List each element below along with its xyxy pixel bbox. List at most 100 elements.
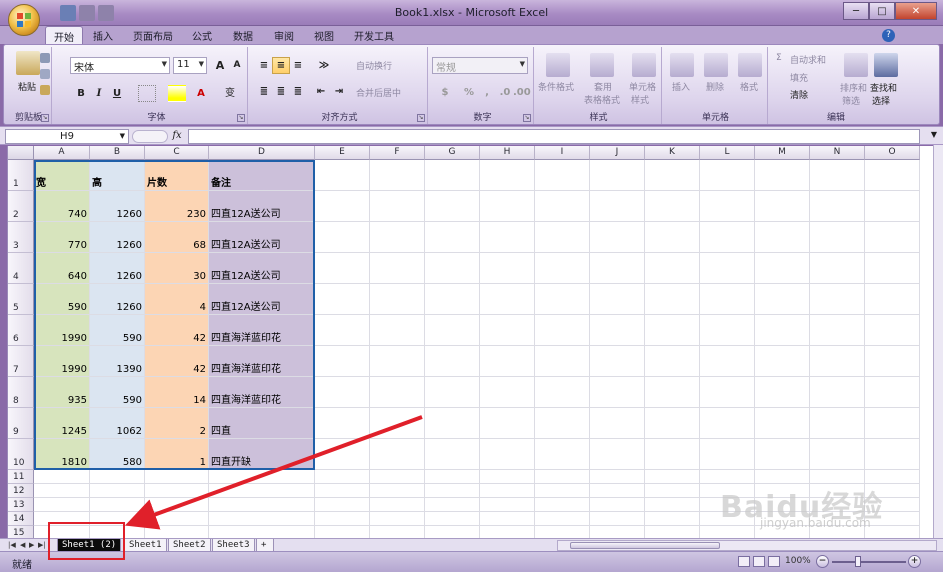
column-header[interactable]: A xyxy=(34,146,90,160)
border-icon[interactable] xyxy=(138,85,156,102)
table-cell[interactable]: 1062 xyxy=(90,408,144,438)
align-left-icon[interactable]: ≣ xyxy=(255,83,273,100)
sort-filter-icon[interactable] xyxy=(844,53,868,77)
tab-review[interactable]: 审阅 xyxy=(274,28,294,43)
decrease-decimal-icon[interactable]: .00 xyxy=(512,84,531,101)
row-header[interactable]: 9 xyxy=(8,408,34,439)
column-header[interactable]: C xyxy=(145,146,209,160)
paste-icon[interactable] xyxy=(16,51,40,75)
conditional-format-icon[interactable] xyxy=(546,53,570,77)
table-cell[interactable]: 740 xyxy=(34,191,89,221)
help-icon[interactable]: ? xyxy=(882,29,895,42)
conditional-format-button[interactable]: 条件格式 xyxy=(538,80,574,93)
row-header[interactable]: 12 xyxy=(8,484,34,498)
zoom-in-button[interactable]: + xyxy=(908,555,921,568)
merge-center-button[interactable]: 合并后居中 xyxy=(356,86,401,99)
number-format-combo[interactable]: 常规 ▼ xyxy=(432,57,528,74)
font-launcher-icon[interactable]: ↘ xyxy=(237,114,245,122)
align-bottom-icon[interactable]: ≡ xyxy=(289,57,307,74)
tab-home[interactable]: 开始 xyxy=(45,26,83,45)
column-header[interactable]: O xyxy=(865,146,920,160)
column-header[interactable]: H xyxy=(480,146,535,160)
phonetic-button[interactable]: 变 xyxy=(221,85,239,102)
table-cell[interactable]: 42 xyxy=(145,315,208,345)
table-header-cell[interactable]: 片数 xyxy=(145,160,208,190)
table-cell[interactable]: 四直12A送公司 xyxy=(209,191,314,221)
column-header[interactable]: L xyxy=(700,146,755,160)
page-break-view-icon[interactable] xyxy=(768,556,780,567)
insert-cells-icon[interactable] xyxy=(670,53,694,77)
zoom-out-button[interactable]: − xyxy=(816,555,829,568)
find-select-icon[interactable] xyxy=(874,53,898,77)
decrease-indent-icon[interactable]: ⇤ xyxy=(312,83,330,100)
table-cell[interactable]: 2 xyxy=(145,408,208,438)
cell-styles-label-1[interactable]: 单元格 xyxy=(629,80,656,93)
table-cell[interactable]: 590 xyxy=(90,377,144,407)
table-cell[interactable]: 4 xyxy=(145,284,208,314)
bold-button[interactable]: B xyxy=(72,85,90,102)
table-cell[interactable]: 1810 xyxy=(34,439,89,469)
next-sheet-icon[interactable]: ▶ xyxy=(29,541,34,549)
table-cell[interactable]: 1990 xyxy=(34,346,89,376)
table-cell[interactable]: 1260 xyxy=(90,284,144,314)
column-header[interactable]: F xyxy=(370,146,425,160)
row-header[interactable]: 6 xyxy=(8,315,34,346)
tab-formulas[interactable]: 公式 xyxy=(192,28,212,43)
row-header[interactable]: 3 xyxy=(8,222,34,253)
copy-icon[interactable] xyxy=(40,69,50,79)
align-top-icon[interactable]: ≡ xyxy=(255,57,273,74)
underline-button[interactable]: U xyxy=(108,85,126,102)
delete-cells-icon[interactable] xyxy=(704,53,728,77)
column-header[interactable]: E xyxy=(315,146,370,160)
wrap-text-button[interactable]: 自动换行 xyxy=(356,59,392,72)
normal-view-icon[interactable] xyxy=(738,556,750,567)
find-select-label-1[interactable]: 查找和 xyxy=(870,81,897,94)
alignment-launcher-icon[interactable]: ↘ xyxy=(417,114,425,122)
table-cell[interactable]: 1990 xyxy=(34,315,89,345)
table-header-cell[interactable]: 宽 xyxy=(34,160,89,190)
table-cell[interactable]: 230 xyxy=(145,191,208,221)
table-cell[interactable]: 四直12A送公司 xyxy=(209,222,314,252)
row-header[interactable]: 15 xyxy=(8,526,34,538)
table-cell[interactable]: 68 xyxy=(145,222,208,252)
vertical-scrollbar[interactable] xyxy=(933,145,943,538)
column-header[interactable]: K xyxy=(645,146,700,160)
grow-font-button[interactable]: A xyxy=(211,57,229,74)
formula-input[interactable] xyxy=(188,129,920,144)
fill-button[interactable]: 填充 xyxy=(790,71,808,84)
office-button[interactable] xyxy=(8,4,40,36)
name-box[interactable]: H9 ▼ xyxy=(5,129,129,144)
row-header[interactable]: 11 xyxy=(8,470,34,484)
comma-button[interactable]: , xyxy=(478,84,496,101)
font-size-combo[interactable]: 11 ▼ xyxy=(173,57,207,74)
maximize-button[interactable]: □ xyxy=(869,2,895,20)
autosum-button[interactable]: 自动求和 xyxy=(790,53,826,66)
row-header[interactable]: 8 xyxy=(8,377,34,408)
fill-color-icon[interactable] xyxy=(168,85,186,102)
row-header[interactable]: 13 xyxy=(8,498,34,512)
table-cell[interactable]: 14 xyxy=(145,377,208,407)
cell-styles-label-2[interactable]: 样式 xyxy=(631,93,649,106)
table-header-cell[interactable]: 高 xyxy=(90,160,144,190)
column-header[interactable]: G xyxy=(425,146,480,160)
cut-icon[interactable] xyxy=(40,53,50,63)
accounting-icon[interactable]: $ xyxy=(434,84,456,101)
clear-button[interactable]: 清除 xyxy=(790,88,808,101)
align-right-icon[interactable]: ≣ xyxy=(289,83,307,100)
page-layout-view-icon[interactable] xyxy=(753,556,765,567)
table-cell[interactable]: 640 xyxy=(34,253,89,283)
table-header-cell[interactable]: 备注 xyxy=(209,160,314,190)
column-header[interactable]: N xyxy=(810,146,865,160)
align-center-icon[interactable]: ≣ xyxy=(272,83,290,100)
increase-indent-icon[interactable]: ⇥ xyxy=(330,83,348,100)
font-color-icon[interactable]: A xyxy=(192,85,210,102)
insert-function-button[interactable]: fx xyxy=(167,129,187,144)
table-cell[interactable]: 1260 xyxy=(90,253,144,283)
table-cell[interactable]: 590 xyxy=(34,284,89,314)
table-cell[interactable]: 四直海洋蓝印花 xyxy=(209,377,314,407)
format-cells-icon[interactable] xyxy=(738,53,762,77)
minimize-button[interactable]: ─ xyxy=(843,2,869,20)
format-cells-button[interactable]: 格式 xyxy=(740,80,758,93)
close-button[interactable]: ✕ xyxy=(895,2,937,20)
clipboard-launcher-icon[interactable]: ↘ xyxy=(41,114,49,122)
